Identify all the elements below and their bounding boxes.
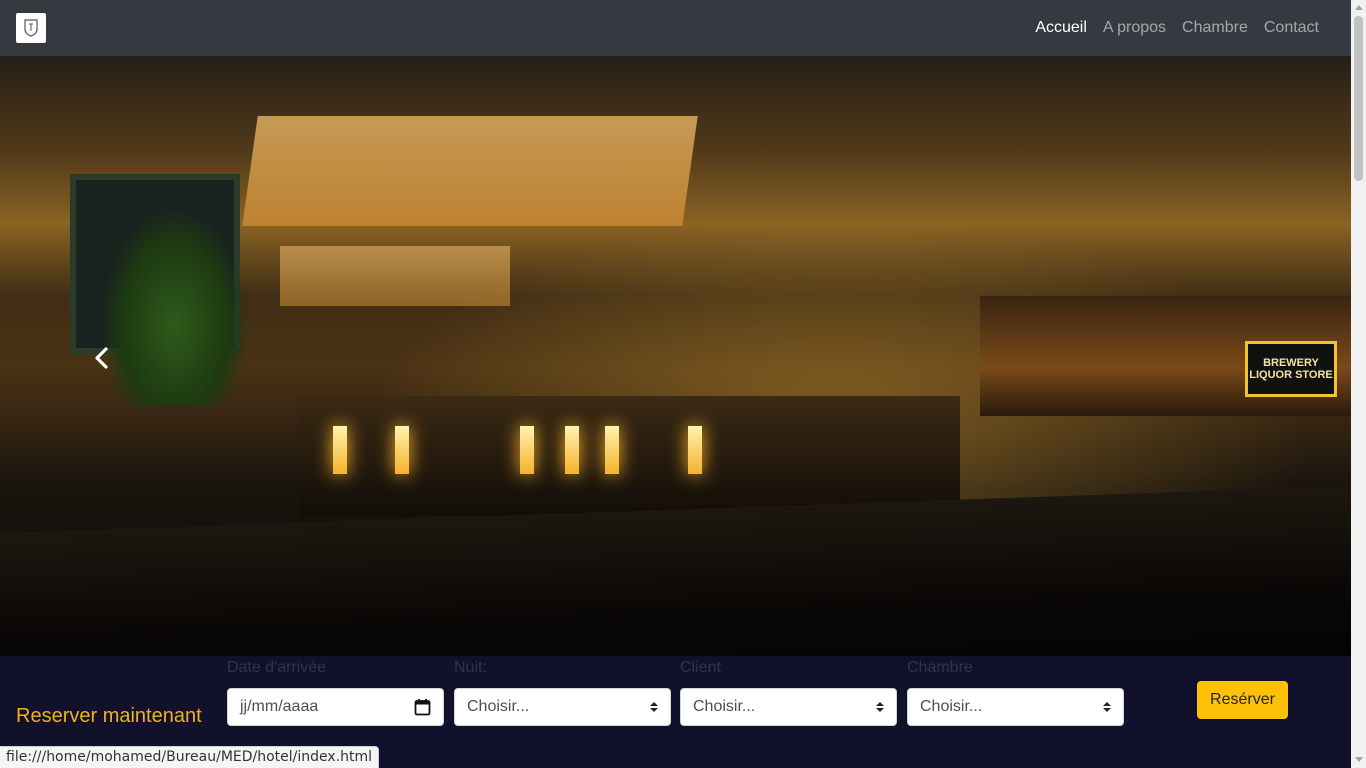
hotel-crest-icon: [24, 19, 38, 37]
room-label: Chambre: [907, 659, 973, 676]
bar-light: [333, 426, 347, 474]
client-label: Client: [680, 659, 721, 676]
client-select[interactable]: Choisir...: [680, 688, 897, 726]
bar-light: [565, 426, 579, 474]
room-select[interactable]: Choisir...: [907, 688, 1124, 726]
nav-link-accueil[interactable]: Accueil: [1027, 19, 1095, 37]
chevron-left-icon: [95, 347, 108, 369]
room-field: Chambre Choisir...: [907, 656, 1124, 726]
select-arrows-icon: [876, 702, 884, 712]
bar-light: [688, 426, 702, 474]
page: Accueil A propos Chambre Contact BREWERY…: [0, 0, 1351, 768]
nav-link-chambre[interactable]: Chambre: [1174, 19, 1256, 37]
hero-plant: [100, 206, 250, 406]
hero-foreground: [0, 486, 1351, 656]
arrival-date-label: Date d'arrivée: [227, 659, 327, 676]
arrival-date-field: Date d'arrivée jj/mm/aaaa: [227, 656, 444, 726]
reserve-button[interactable]: Resérver: [1197, 681, 1288, 719]
hotel-logo[interactable]: [16, 13, 46, 43]
select-arrows-icon: [1103, 702, 1111, 712]
arrival-date-value: jj/mm/aaaa: [240, 698, 319, 715]
vertical-scrollbar[interactable]: [1351, 0, 1366, 768]
nights-select[interactable]: Choisir...: [454, 688, 671, 726]
arrival-date-input[interactable]: jj/mm/aaaa: [227, 688, 444, 726]
nav-link-contact[interactable]: Contact: [1256, 19, 1327, 37]
bar-light: [395, 426, 409, 474]
client-value: Choisir...: [693, 698, 756, 715]
hero-carousel: BREWERY LIQUOR STORE: [0, 56, 1351, 656]
hero-sign: BREWERY LIQUOR STORE: [1245, 341, 1337, 397]
room-value: Choisir...: [920, 698, 983, 715]
scrollbar-thumb[interactable]: [1354, 16, 1363, 181]
scroll-down-icon[interactable]: [1355, 757, 1363, 762]
bar-light: [520, 426, 534, 474]
calendar-icon[interactable]: [414, 698, 431, 716]
nights-field: Nuit: Choisir...: [454, 656, 671, 726]
hero-ceiling-panel: [242, 116, 698, 226]
client-field: Client Choisir...: [680, 656, 897, 726]
nav-link-a-propos[interactable]: A propos: [1095, 19, 1174, 37]
scroll-up-icon[interactable]: [1355, 5, 1363, 10]
select-arrows-icon: [650, 702, 658, 712]
bar-light: [605, 426, 619, 474]
status-bar-url: file:///home/mohamed/Bureau/MED/hotel/in…: [0, 746, 380, 768]
hero-ceiling-panel: [280, 246, 510, 306]
carousel-prev-button[interactable]: [85, 341, 119, 375]
navbar: Accueil A propos Chambre Contact: [0, 0, 1351, 56]
nights-value: Choisir...: [467, 698, 530, 715]
nav-links: Accueil A propos Chambre Contact: [1027, 19, 1327, 37]
nights-label: Nuit:: [454, 659, 487, 676]
booking-title: Reserver maintenant: [16, 705, 202, 727]
